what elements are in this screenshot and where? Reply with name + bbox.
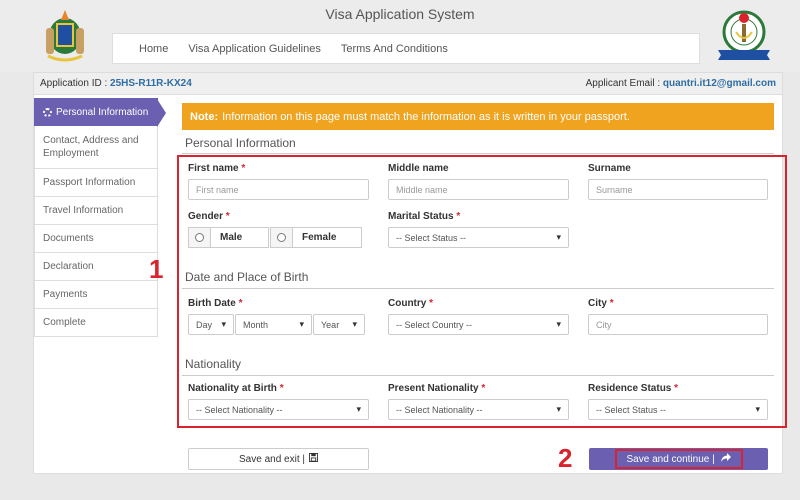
nationality-section-heading: Nationality xyxy=(185,357,242,371)
radio-circle-icon[interactable] xyxy=(277,233,286,242)
save-and-continue-label: Save and continue | xyxy=(626,454,715,465)
sidebar-item-declaration[interactable]: Declaration xyxy=(34,253,158,281)
gender-male-radio[interactable]: Male xyxy=(188,227,269,248)
floppy-disk-icon xyxy=(308,453,318,465)
applicant-email-value: quantri.it12@gmail.com xyxy=(662,78,776,89)
sidebar-item-label: Declaration xyxy=(43,261,94,272)
loading-spinner-icon xyxy=(43,107,52,117)
chevron-down-icon: ▾ xyxy=(221,319,226,329)
applicant-email-label: Applicant Email : xyxy=(585,78,661,89)
application-id-label: Application ID : xyxy=(40,78,108,89)
sidebar-item-label: Payments xyxy=(43,289,88,300)
chevron-down-icon: ▾ xyxy=(356,404,361,414)
note-label: Note: xyxy=(190,110,219,123)
birth-date-label: Birth Date * xyxy=(188,298,243,309)
birth-year-value: Year xyxy=(321,319,340,330)
birth-day-value: Day xyxy=(196,319,213,330)
chevron-down-icon: ▾ xyxy=(556,404,561,414)
present-nationality-label: Present Nationality * xyxy=(388,383,486,394)
page-header: Visa Application System Home Visa Applic… xyxy=(0,0,800,72)
present-nationality-value: -- Select Nationality -- xyxy=(396,404,483,415)
passport-note-banner: Note: Information on this page must matc… xyxy=(182,103,774,130)
birth-month-select[interactable]: Month ▾ xyxy=(235,314,312,335)
applicant-email: Applicant Email : quantri.it12@gmail.com xyxy=(586,78,776,89)
application-info-bar: Application ID : 25HS-R11R-KX24 Applican… xyxy=(34,73,782,95)
gender-female-radio[interactable]: Female xyxy=(270,227,362,248)
marital-status-value: -- Select Status -- xyxy=(396,232,467,243)
marital-status-select[interactable]: -- Select Status -- ▾ xyxy=(388,227,569,248)
radio-cell xyxy=(189,228,211,247)
chevron-down-icon: ▾ xyxy=(755,404,760,414)
annotation-marker-2: 2 xyxy=(558,443,573,473)
birth-city-input[interactable]: City xyxy=(588,314,768,335)
middle-name-label: Middle name xyxy=(388,163,449,174)
application-card: Application ID : 25HS-R11R-KX24 Applican… xyxy=(33,72,787,474)
birth-city-label: City * xyxy=(588,298,614,309)
birth-country-select[interactable]: -- Select Country -- ▾ xyxy=(388,314,569,335)
section-divider xyxy=(182,375,774,376)
sidebar-item-label: Travel Information xyxy=(43,205,124,216)
birth-month-value: Month xyxy=(243,319,269,330)
birth-day-select[interactable]: Day ▾ xyxy=(188,314,234,335)
sidebar-item-label: Passport Information xyxy=(43,177,136,188)
sidebar-item-label: Personal Information xyxy=(56,106,149,118)
residence-status-value: -- Select Status -- xyxy=(596,404,667,415)
radio-circle-icon[interactable] xyxy=(195,233,204,242)
save-and-exit-button[interactable]: Save and exit | xyxy=(188,448,369,470)
save-and-exit-label: Save and exit | xyxy=(239,453,305,465)
annotation-marker-1: 1 xyxy=(149,254,164,284)
nationality-at-birth-value: -- Select Nationality -- xyxy=(196,404,283,415)
sidebar-item-travel-information[interactable]: Travel Information xyxy=(34,197,158,225)
chevron-down-icon: ▾ xyxy=(556,232,561,242)
application-id-value: 25HS-R11R-KX24 xyxy=(110,78,192,89)
nav-terms-link[interactable]: Terms And Conditions xyxy=(341,43,448,55)
birth-section-heading: Date and Place of Birth xyxy=(185,270,309,284)
birth-country-value: -- Select Country -- xyxy=(396,319,473,330)
step-sidebar: Personal Information Contact, Address an… xyxy=(34,98,166,337)
application-id: Application ID : 25HS-R11R-KX24 xyxy=(40,78,192,89)
first-name-label: First name * xyxy=(188,163,246,174)
nav-guidelines-link[interactable]: Visa Application Guidelines xyxy=(188,43,321,55)
sidebar-item-payments[interactable]: Payments xyxy=(34,281,158,309)
share-arrow-icon xyxy=(720,453,731,465)
personal-information-heading: Personal Information xyxy=(185,136,296,150)
surname-input[interactable]: Surname xyxy=(588,179,768,200)
save-and-continue-button[interactable]: Save and continue | xyxy=(589,448,768,470)
immigration-emblem-logo xyxy=(716,6,772,64)
residence-status-select[interactable]: -- Select Status -- ▾ xyxy=(588,399,768,420)
sidebar-item-contact-address-employment[interactable]: Contact, Address and Employment xyxy=(34,126,158,169)
chevron-down-icon: ▾ xyxy=(556,319,561,329)
sidebar-item-label: Contact, Address and Employment xyxy=(43,134,139,160)
sidebar-item-complete[interactable]: Complete xyxy=(34,309,158,337)
chevron-down-icon: ▾ xyxy=(299,319,304,329)
nationality-at-birth-label: Nationality at Birth * xyxy=(188,383,284,394)
residence-status-label: Residence Status * xyxy=(588,383,679,394)
chevron-down-icon: ▾ xyxy=(352,319,357,329)
sidebar-item-passport-information[interactable]: Passport Information xyxy=(34,169,158,197)
marital-status-label: Marital Status * xyxy=(388,211,461,222)
section-divider xyxy=(182,153,774,154)
birth-country-label: Country * xyxy=(388,298,434,309)
gender-female-label: Female xyxy=(302,232,337,243)
sidebar-item-label: Documents xyxy=(43,233,94,244)
birth-year-select[interactable]: Year ▾ xyxy=(313,314,365,335)
note-text: Information on this page must match the … xyxy=(222,110,630,123)
save-and-continue-highlight: Save and continue | xyxy=(614,449,743,469)
sidebar-item-personal-information[interactable]: Personal Information xyxy=(34,98,166,127)
surname-label: Surname xyxy=(588,163,631,174)
radio-cell xyxy=(271,228,293,247)
gender-label: Gender * xyxy=(188,211,230,222)
section-divider xyxy=(182,288,774,289)
nav-home-link[interactable]: Home xyxy=(139,43,168,55)
sidebar-item-label: Complete xyxy=(43,317,86,328)
main-nav: Home Visa Application Guidelines Terms A… xyxy=(112,33,700,64)
first-name-input[interactable]: First name xyxy=(188,179,369,200)
app-title: Visa Application System xyxy=(325,6,475,22)
sidebar-item-documents[interactable]: Documents xyxy=(34,225,158,253)
present-nationality-select[interactable]: -- Select Nationality -- ▾ xyxy=(388,399,569,420)
middle-name-input[interactable]: Middle name xyxy=(388,179,569,200)
nationality-at-birth-select[interactable]: -- Select Nationality -- ▾ xyxy=(188,399,369,420)
gender-male-label: Male xyxy=(220,232,243,243)
